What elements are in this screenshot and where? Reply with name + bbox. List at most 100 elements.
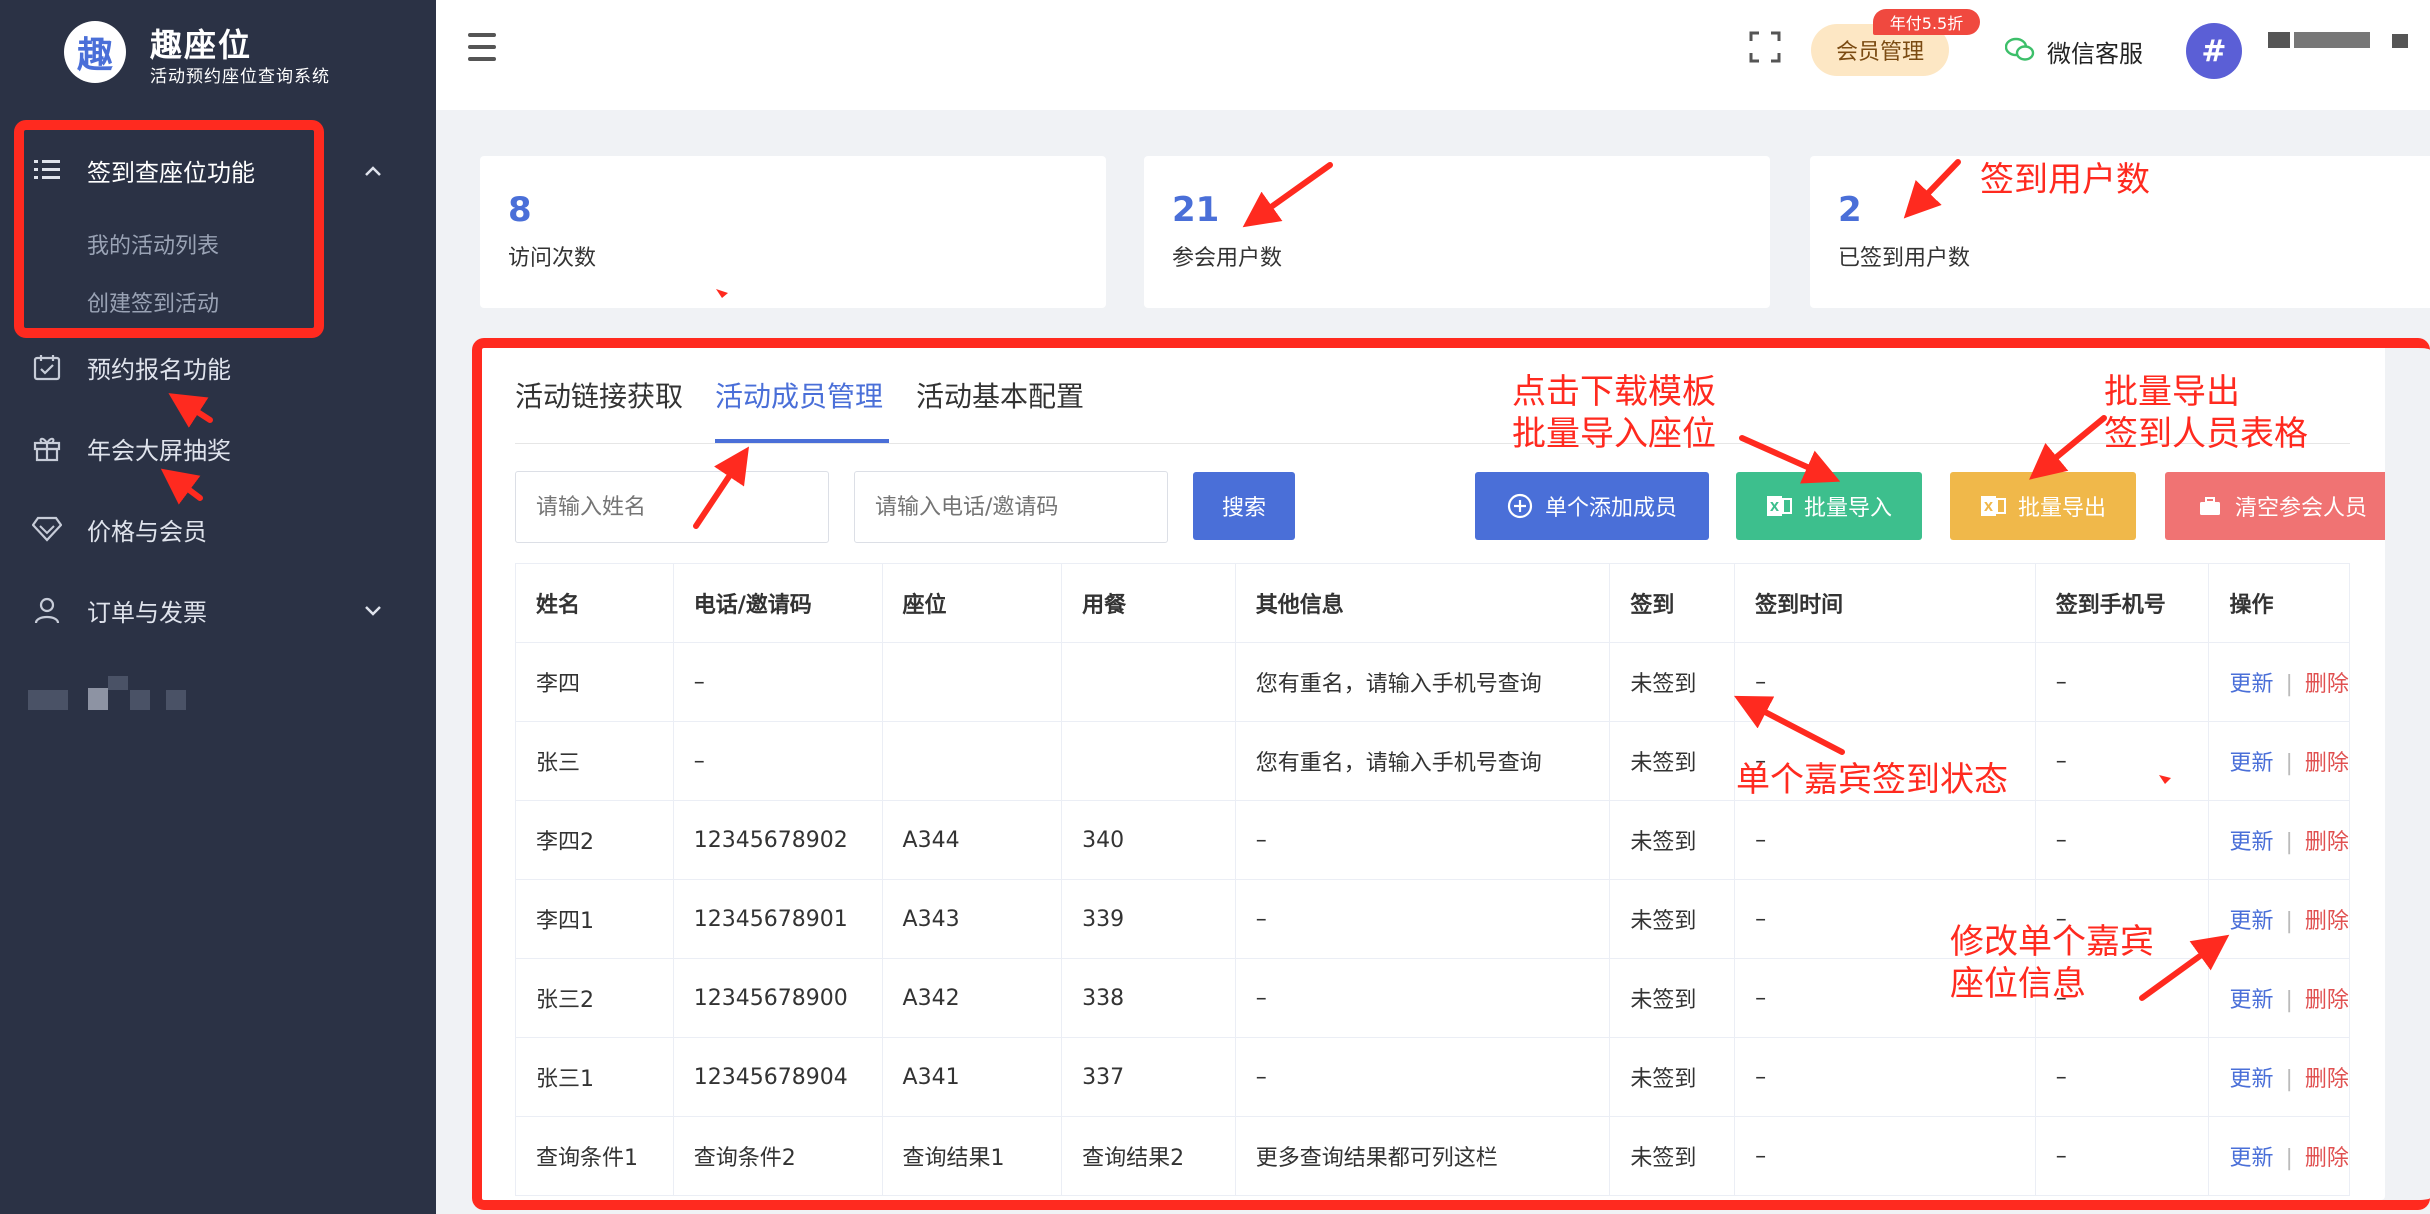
avatar[interactable]: # xyxy=(2186,23,2242,79)
list-icon xyxy=(30,153,64,187)
table-cell: A343 xyxy=(881,879,1063,959)
active-tab-indicator xyxy=(715,439,889,443)
blurred-username xyxy=(2294,32,2370,48)
table-cell xyxy=(881,642,1063,722)
stat-card-attendees: 21 参会用户数 xyxy=(1144,156,1770,308)
edit-link[interactable]: 更新 xyxy=(2229,909,2273,934)
table-cell: – xyxy=(1234,879,1611,959)
table-row: 李四 – 您有重名，请输入手机号查询 未签到 – – 更新 | 删除 xyxy=(515,642,2350,722)
tab-basic-config[interactable]: 活动基本配置 xyxy=(916,375,1084,415)
edit-link[interactable]: 更新 xyxy=(2229,988,2273,1013)
blurred-item xyxy=(108,676,128,690)
sidebar: 趣 趣座位 活动预约座位查询系统 签到查座位功能 我的活动列表 创建签到活动 预… xyxy=(0,0,436,1214)
sidebar-subitem-create-activity[interactable]: 创建签到活动 xyxy=(87,286,219,318)
table-cell xyxy=(1061,721,1236,801)
wechat-icon[interactable] xyxy=(2004,37,2035,63)
blurred-item xyxy=(28,690,68,710)
sidebar-item-lottery[interactable]: 年会大屏抽奖 xyxy=(0,418,436,478)
table-cell: – xyxy=(1234,1037,1611,1117)
svg-text:X: X xyxy=(1984,500,1994,514)
delete-link[interactable]: 删除 xyxy=(2305,751,2349,776)
stat-label: 访问次数 xyxy=(508,246,597,271)
tab-member-management[interactable]: 活动成员管理 xyxy=(715,375,883,415)
sidebar-item-checkin-seat[interactable]: 签到查座位功能 xyxy=(0,140,436,200)
table-cell: – xyxy=(1234,800,1611,880)
sidebar-item-label: 价格与会员 xyxy=(87,517,207,546)
app-title: 趣座位 xyxy=(150,26,253,64)
divider: | xyxy=(2285,988,2293,1013)
edit-link[interactable]: 更新 xyxy=(2229,1067,2273,1092)
table-cell: 李四1 xyxy=(515,879,674,959)
gift-icon xyxy=(30,431,64,465)
search-button[interactable]: 搜索 xyxy=(1193,472,1295,540)
sidebar-item-pricing[interactable]: 价格与会员 xyxy=(0,499,436,559)
table-cell: 12345678904 xyxy=(672,1037,883,1117)
row-actions: 更新 | 删除 xyxy=(2208,1116,2350,1196)
phone-search-input[interactable] xyxy=(854,471,1168,543)
sidebar-subitem-my-activities[interactable]: 我的活动列表 xyxy=(87,228,219,260)
annotation-template-line2: 批量导入座位 xyxy=(1512,414,1716,454)
briefcase-icon xyxy=(2197,493,2223,519)
table-cell: – xyxy=(672,642,883,722)
table-cell: 未签到 xyxy=(1609,642,1736,722)
name-search-input[interactable] xyxy=(515,471,829,543)
button-label: 批量导入 xyxy=(1803,496,1892,521)
sidebar-item-orders[interactable]: 订单与发票 xyxy=(0,580,436,640)
edit-link[interactable]: 更新 xyxy=(2229,1146,2273,1171)
batch-export-button[interactable]: X 批量导出 xyxy=(1950,472,2136,540)
chevron-up-icon xyxy=(364,158,382,182)
table-cell: 未签到 xyxy=(1609,1116,1736,1196)
discount-badge: 年付5.5折 xyxy=(1873,9,1980,35)
table-row: 张三1 12345678904 A341 337– 未签到 – – 更新 | 删除 xyxy=(515,1037,2350,1117)
table-cell: – xyxy=(2034,721,2210,801)
button-label: 清空参会人员 xyxy=(2234,496,2367,521)
blurred-item xyxy=(166,690,186,710)
edit-link[interactable]: 更新 xyxy=(2229,672,2273,697)
delete-link[interactable]: 删除 xyxy=(2305,672,2349,697)
table-cell: 查询条件1 xyxy=(515,1116,674,1196)
delete-link[interactable]: 删除 xyxy=(2305,1067,2349,1092)
tab-activity-link[interactable]: 活动链接获取 xyxy=(515,375,683,415)
table-header-row: 姓名 电话/邀请码 座位 用餐 其他信息 签到 签到时间 签到手机号 操作 xyxy=(515,563,2350,643)
table-row: 张三 – 您有重名，请输入手机号查询 未签到 – – 更新 | 删除 xyxy=(515,721,2350,801)
row-actions: 更新 | 删除 xyxy=(2208,1037,2350,1117)
annotation-guest-status: 单个嘉宾签到状态 xyxy=(1736,760,2008,800)
table-cell: – xyxy=(2034,1037,2210,1117)
table-cell: – xyxy=(1734,1116,2036,1196)
plus-circle-icon xyxy=(1507,493,1533,519)
table-cell: – xyxy=(672,721,883,801)
edit-link[interactable]: 更新 xyxy=(2229,751,2273,776)
menu-toggle-icon[interactable] xyxy=(468,33,496,63)
table-cell: 未签到 xyxy=(1609,958,1736,1038)
wechat-service-label[interactable]: 微信客服 xyxy=(2047,34,2143,69)
sidebar-item-booking[interactable]: 预约报名功能 xyxy=(0,337,436,397)
table-cell: 12345678902 xyxy=(672,800,883,880)
delete-link[interactable]: 删除 xyxy=(2305,830,2349,855)
clear-members-button[interactable]: 清空参会人员 xyxy=(2165,472,2385,540)
logo-icon: 趣 xyxy=(64,21,126,83)
delete-link[interactable]: 删除 xyxy=(2305,1146,2349,1171)
column-header: 座位 xyxy=(881,563,1063,643)
table-cell: 您有重名，请输入手机号查询 xyxy=(1234,642,1611,722)
table-cell: 查询结果2 xyxy=(1061,1116,1236,1196)
svg-text:X: X xyxy=(1770,500,1780,514)
annotation-export-line2: 签到人员表格 xyxy=(2104,414,2308,454)
table-cell: 更多查询结果都可列这栏 xyxy=(1234,1116,1611,1196)
add-single-member-button[interactable]: 单个添加成员 xyxy=(1475,472,1709,540)
table-cell: 张三 xyxy=(515,721,674,801)
table-cell: 未签到 xyxy=(1609,800,1736,880)
table-row: 查询条件1 查询条件2 查询结果1 查询结果2 更多查询结果都可列这栏 未签到 – – 更新 | 删… xyxy=(515,1116,2350,1196)
column-header: 其他信息 xyxy=(1234,563,1611,643)
blurred-username xyxy=(2268,32,2290,48)
edit-link[interactable]: 更新 xyxy=(2229,830,2273,855)
divider: | xyxy=(2285,830,2293,855)
divider: | xyxy=(2285,672,2293,697)
excel-icon: X xyxy=(1980,493,2006,519)
delete-link[interactable]: 删除 xyxy=(2305,988,2349,1013)
row-actions: 更新 | 删除 xyxy=(2208,958,2350,1038)
row-actions: 更新 | 删除 xyxy=(2208,642,2350,722)
fullscreen-icon[interactable] xyxy=(1749,31,1781,63)
batch-import-button[interactable]: X 批量导入 xyxy=(1736,472,1922,540)
delete-link[interactable]: 删除 xyxy=(2305,909,2349,934)
blurred-item xyxy=(88,688,108,710)
